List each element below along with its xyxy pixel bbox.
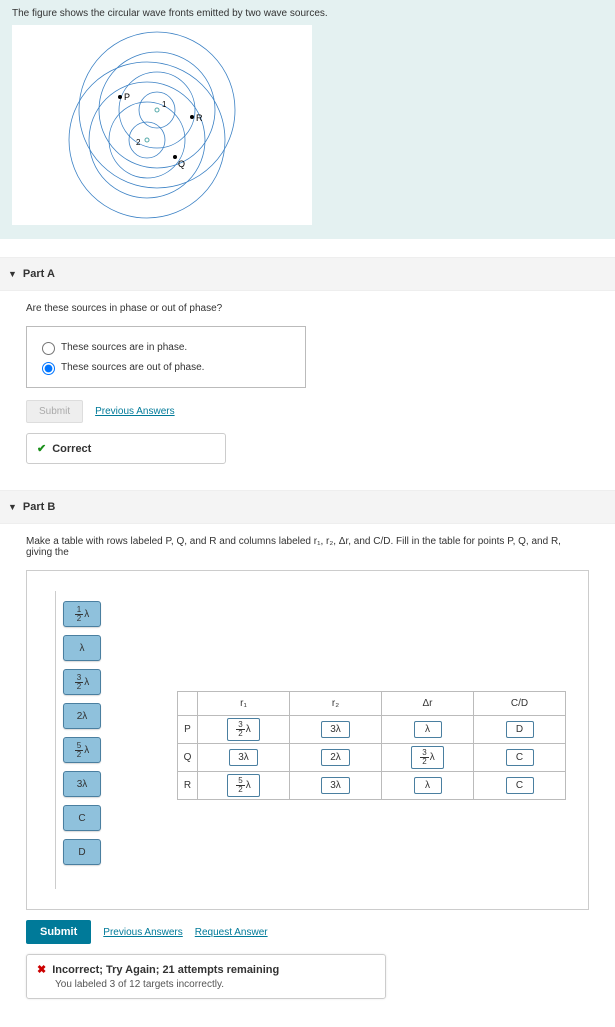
chip-5-2-lambda[interactable]: 52λ bbox=[63, 737, 101, 763]
chip-2lambda[interactable]: 2λ bbox=[63, 703, 101, 729]
drop-target[interactable]: 3λ bbox=[198, 744, 290, 772]
label-q: Q bbox=[178, 159, 185, 169]
chip-d[interactable]: D bbox=[63, 839, 101, 865]
drop-target[interactable]: λ bbox=[382, 772, 474, 800]
part-b-title: Part B bbox=[23, 501, 55, 513]
table-row-q: Q 3λ 2λ 32λ C bbox=[178, 744, 566, 772]
chip-palette: 12λ λ 32λ 2λ 52λ 3λ C D bbox=[63, 601, 101, 865]
chip-3lambda[interactable]: 3λ bbox=[63, 771, 101, 797]
part-b-body: Make a table with rows labeled P, Q, and… bbox=[0, 524, 615, 1027]
drop-target[interactable]: C bbox=[474, 744, 566, 772]
radio-out-phase[interactable] bbox=[42, 362, 55, 375]
drop-target[interactable]: 52λ bbox=[198, 772, 290, 800]
incorrect-heading: Incorrect; Try Again; 21 attempts remain… bbox=[52, 964, 279, 976]
radio-label: These sources are in phase. bbox=[61, 342, 187, 353]
radio-option-out-phase[interactable]: These sources are out of phase. bbox=[37, 359, 295, 375]
chip-half-lambda[interactable]: 12λ bbox=[63, 601, 101, 627]
request-answer-link[interactable]: Request Answer bbox=[195, 927, 268, 938]
label-s2: 2 bbox=[136, 138, 141, 147]
incorrect-subtext: You labeled 3 of 12 targets incorrectly. bbox=[55, 979, 375, 990]
radio-group: These sources are in phase. These source… bbox=[26, 326, 306, 388]
col-r2: r₂ bbox=[290, 692, 382, 716]
drop-target[interactable]: D bbox=[474, 716, 566, 744]
drop-target[interactable]: 3λ bbox=[290, 716, 382, 744]
submit-button-b[interactable]: Submit bbox=[26, 920, 91, 944]
label-s1: 1 bbox=[162, 100, 167, 109]
collapse-icon: ▼ bbox=[8, 269, 17, 279]
status-label: Correct bbox=[52, 443, 91, 455]
part-b-header[interactable]: ▼ Part B bbox=[0, 490, 615, 524]
status-correct: ✔ Correct bbox=[26, 433, 226, 464]
col-r1: r₁ bbox=[198, 692, 290, 716]
figure-area: The figure shows the circular wave front… bbox=[0, 0, 615, 239]
prev-answers-link-a[interactable]: Previous Answers bbox=[95, 406, 174, 417]
chip-lambda[interactable]: λ bbox=[63, 635, 101, 661]
answer-table: r₁ r₂ Δr C/D P 32λ 3λ λ D Q 3λ 2λ 32λ C … bbox=[177, 691, 566, 800]
x-icon: ✖ bbox=[37, 963, 46, 976]
radio-in-phase[interactable] bbox=[42, 342, 55, 355]
radio-option-in-phase[interactable]: These sources are in phase. bbox=[37, 339, 295, 355]
label-p: P bbox=[124, 92, 130, 102]
chip-c[interactable]: C bbox=[63, 805, 101, 831]
status-incorrect: ✖ Incorrect; Try Again; 21 attempts rema… bbox=[26, 954, 386, 999]
collapse-icon: ▼ bbox=[8, 502, 17, 512]
part-a-body: Are these sources in phase or out of pha… bbox=[0, 291, 615, 472]
col-cd: C/D bbox=[474, 692, 566, 716]
check-icon: ✔ bbox=[37, 442, 46, 455]
drop-target[interactable]: 32λ bbox=[382, 744, 474, 772]
figure-caption: The figure shows the circular wave front… bbox=[12, 8, 603, 19]
col-dr: Δr bbox=[382, 692, 474, 716]
drop-target[interactable]: 3λ bbox=[290, 772, 382, 800]
figure-image: P R Q 1 2 bbox=[12, 25, 312, 225]
part-a-question: Are these sources in phase or out of pha… bbox=[26, 303, 589, 314]
table-row-p: P 32λ 3λ λ D bbox=[178, 716, 566, 744]
table-row-r: R 52λ 3λ λ C bbox=[178, 772, 566, 800]
label-r: R bbox=[196, 113, 203, 123]
part-a-header[interactable]: ▼ Part A bbox=[0, 257, 615, 291]
submit-button-a: Submit bbox=[26, 400, 83, 423]
chip-3-2-lambda[interactable]: 32λ bbox=[63, 669, 101, 695]
prev-answers-link-b[interactable]: Previous Answers bbox=[103, 927, 182, 938]
drag-drop-workspace[interactable]: 12λ λ 32λ 2λ 52λ 3λ C D r₁ r₂ Δr C/D P 3… bbox=[26, 570, 589, 910]
drop-target[interactable]: λ bbox=[382, 716, 474, 744]
drop-target[interactable]: 2λ bbox=[290, 744, 382, 772]
part-b-instruction: Make a table with rows labeled P, Q, and… bbox=[26, 536, 589, 558]
drop-target[interactable]: 32λ bbox=[198, 716, 290, 744]
drop-target[interactable]: C bbox=[474, 772, 566, 800]
part-a-title: Part A bbox=[23, 268, 55, 280]
radio-label: These sources are out of phase. bbox=[61, 362, 204, 373]
